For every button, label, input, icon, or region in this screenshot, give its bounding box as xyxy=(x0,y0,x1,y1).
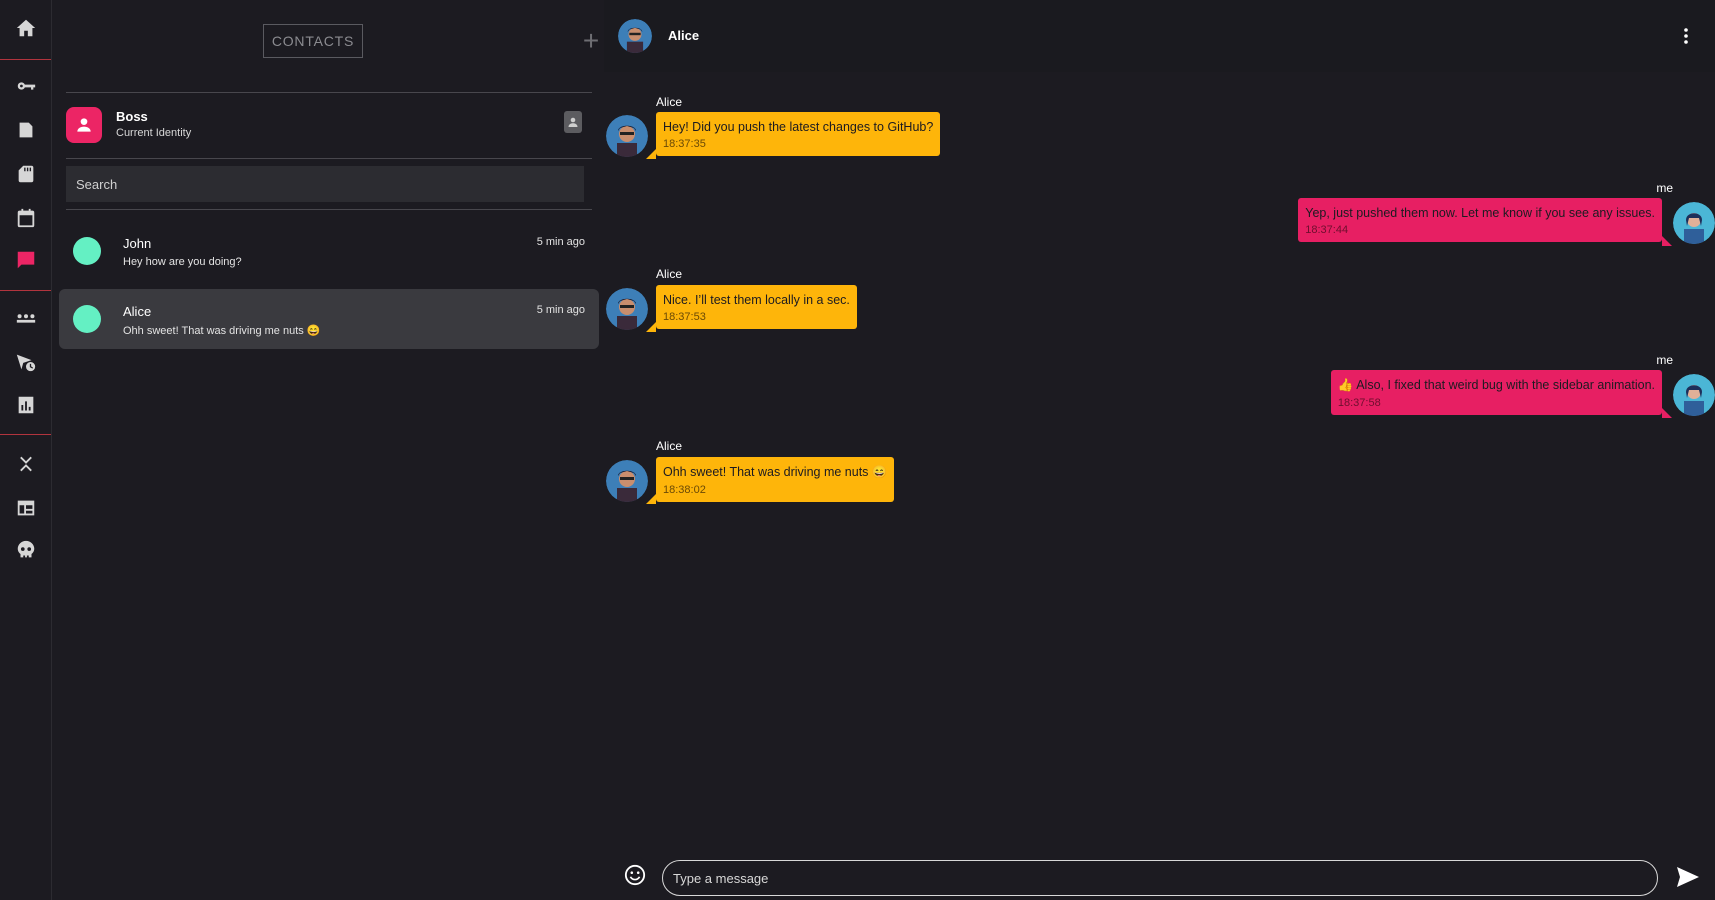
message-bubble: Nice. I’ll test them locally in a sec. 1… xyxy=(656,285,857,329)
contacts-button[interactable]: CONTACTS xyxy=(263,24,363,58)
contact-name: John xyxy=(123,236,152,251)
bubble-tail xyxy=(646,494,656,504)
identity-name: Boss xyxy=(116,109,148,124)
message-sender: Alice xyxy=(656,439,683,453)
message-text: Nice. I’ll test them locally in a sec. xyxy=(663,293,850,307)
contact-avatar xyxy=(73,305,101,333)
divider xyxy=(66,92,592,93)
chat-title: Alice xyxy=(668,28,700,43)
message-time: 18:37:35 xyxy=(663,138,706,150)
contact-name: Alice xyxy=(123,304,152,319)
message-bubble: Hey! Did you push the latest changes to … xyxy=(656,112,941,156)
users-icon[interactable] xyxy=(0,302,51,336)
table-icon[interactable] xyxy=(0,491,51,525)
avatar xyxy=(606,115,648,157)
bubble-tail xyxy=(1662,236,1672,246)
bubble-tail xyxy=(1662,408,1672,418)
add-contact-button[interactable]: + xyxy=(578,27,604,55)
message-time: 18:38:02 xyxy=(663,484,706,496)
message-composer xyxy=(604,852,1715,900)
message-text: Ohh sweet! That was driving me nuts 😄 xyxy=(663,465,888,479)
emoji-icon[interactable] xyxy=(624,864,646,886)
more-vert-icon[interactable] xyxy=(1679,22,1693,50)
send-icon[interactable] xyxy=(1676,866,1700,888)
message-text: 👍 Also, I fixed that weird bug with the … xyxy=(1337,378,1655,392)
message-text: Yep, just pushed them now. Let me know i… xyxy=(1305,206,1655,220)
divider xyxy=(66,209,592,210)
bubble-tail xyxy=(646,322,656,332)
current-identity[interactable]: Boss Current Identity xyxy=(66,104,592,152)
bubble-tail xyxy=(646,149,656,159)
message-text: Hey! Did you push the latest changes to … xyxy=(663,120,934,134)
message-time: 18:37:44 xyxy=(1305,224,1349,236)
message-time: 18:37:53 xyxy=(663,311,706,323)
collapse-icon[interactable] xyxy=(0,447,51,481)
analytics-icon[interactable] xyxy=(0,388,51,422)
avatar xyxy=(1673,374,1715,416)
skull-icon[interactable] xyxy=(0,533,51,567)
identity-subtitle: Current Identity xyxy=(116,127,192,139)
message-time: 18:37:58 xyxy=(1337,397,1381,409)
search-input[interactable] xyxy=(66,166,584,202)
divider xyxy=(66,158,592,159)
message-sender: me xyxy=(1656,181,1673,195)
sd-card-icon[interactable] xyxy=(0,157,51,191)
message-bubble: Yep, just pushed them now. Let me know i… xyxy=(1298,198,1662,242)
message-bubble: 👍 Also, I fixed that weird bug with the … xyxy=(1330,370,1662,415)
message-sender: me xyxy=(1656,353,1673,367)
contact-time: 5 min ago xyxy=(536,304,585,316)
contact-preview: Hey how are you doing? xyxy=(123,256,242,268)
contacts-panel: CONTACTS + Boss Current Identity John He… xyxy=(52,0,604,900)
avatar xyxy=(1673,202,1715,244)
calendar-icon[interactable] xyxy=(0,201,51,235)
rail-divider xyxy=(0,59,51,60)
message-sender: Alice xyxy=(656,267,683,281)
message-list: Alice Hey! Did you push the latest chang… xyxy=(604,72,1715,852)
key-icon[interactable] xyxy=(0,69,51,103)
contact-card-icon[interactable] xyxy=(564,111,582,133)
rail-divider xyxy=(0,434,51,435)
avatar xyxy=(606,288,648,330)
message-sender: Alice xyxy=(656,95,683,109)
message-bubble: Ohh sweet! That was driving me nuts 😄 18… xyxy=(656,457,895,502)
person-icon xyxy=(66,107,102,143)
message-input[interactable] xyxy=(662,860,1658,896)
nav-rail xyxy=(0,0,52,900)
rail-divider xyxy=(0,290,51,291)
contact-item-alice[interactable]: Alice Ohh sweet! That was driving me nut… xyxy=(59,289,599,349)
avatar xyxy=(618,19,652,53)
document-icon[interactable] xyxy=(0,113,51,147)
chat-icon[interactable] xyxy=(0,243,51,277)
send-clock-icon[interactable] xyxy=(0,345,51,379)
avatar xyxy=(606,460,648,502)
home-icon[interactable] xyxy=(0,11,51,45)
contact-item-john[interactable]: John Hey how are you doing? 5 min ago xyxy=(59,221,599,281)
contact-preview: Ohh sweet! That was driving me nuts 😄 xyxy=(123,325,321,337)
contact-avatar xyxy=(73,237,101,265)
contact-time: 5 min ago xyxy=(536,236,585,248)
chat-header: Alice xyxy=(604,0,1715,72)
